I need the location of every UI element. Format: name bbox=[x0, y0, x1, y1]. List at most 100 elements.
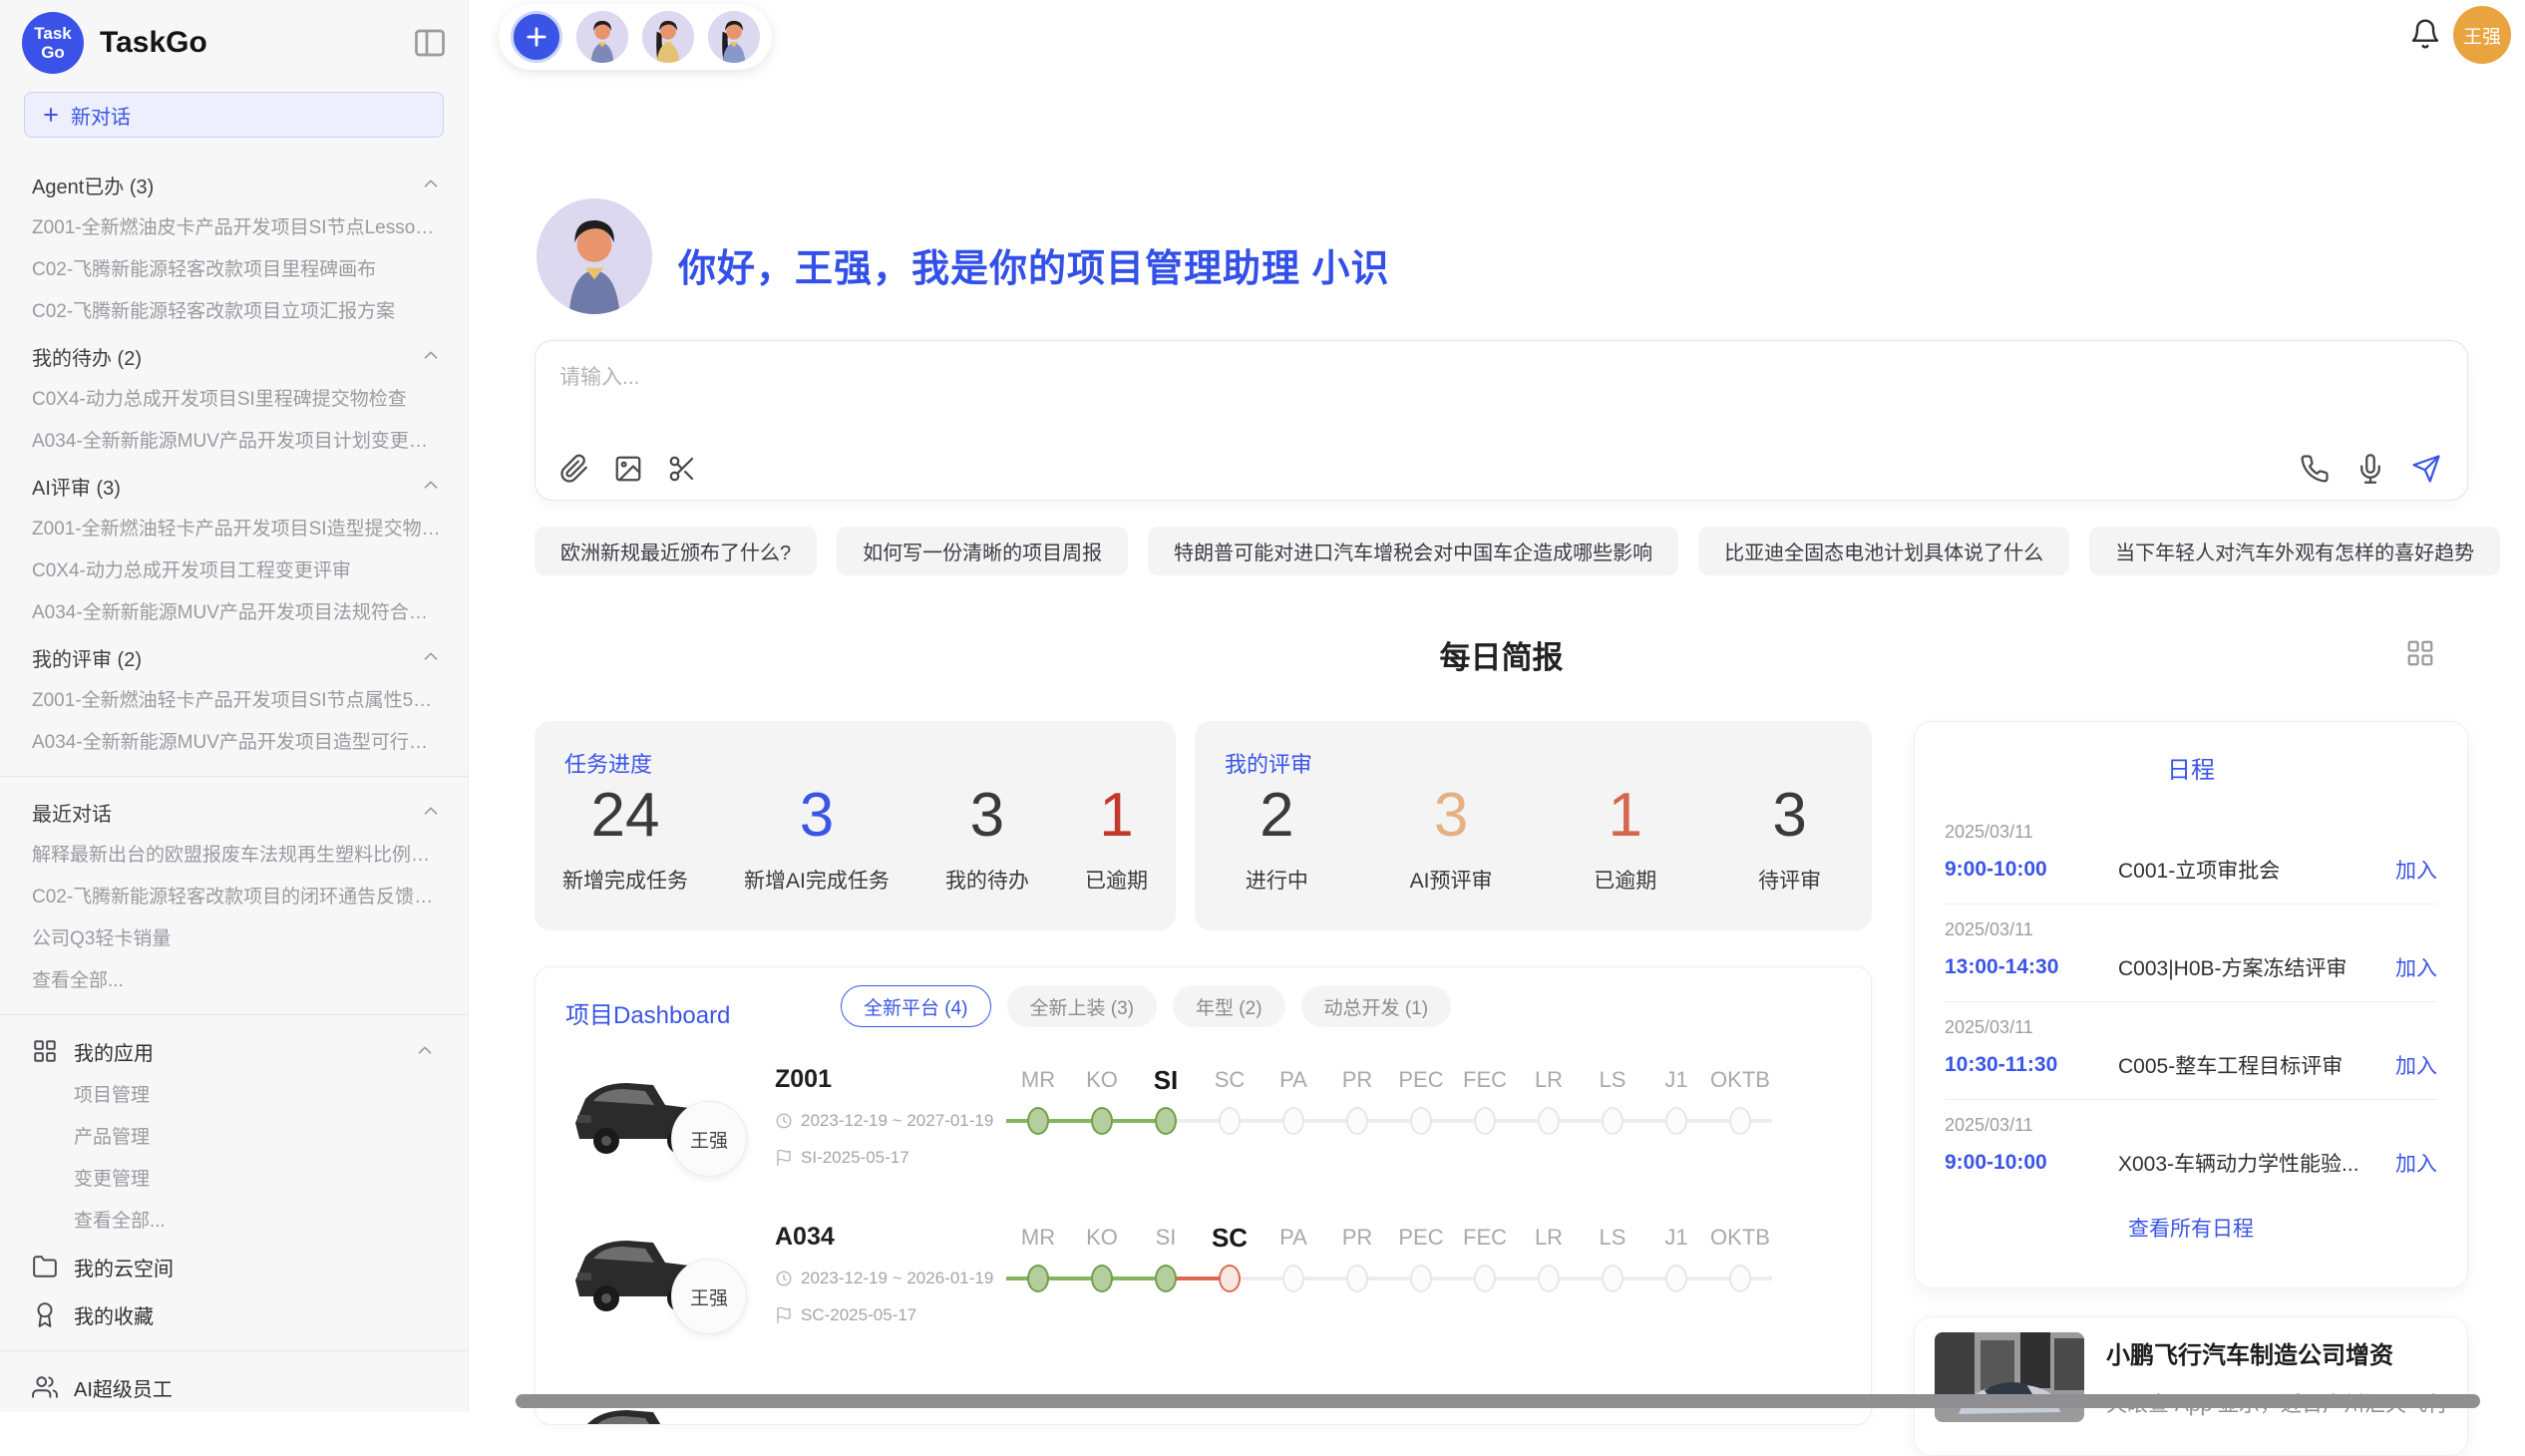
chevron-up-icon[interactable] bbox=[420, 646, 442, 668]
view-all-schedule-link[interactable]: 查看所有日程 bbox=[1915, 1213, 2467, 1243]
sidebar-task-item[interactable]: C0X4-动力总成开发项目SI里程碑提交物检查 bbox=[0, 379, 468, 421]
milestone-node[interactable] bbox=[1474, 1107, 1496, 1135]
milestone-node[interactable] bbox=[1346, 1107, 1368, 1135]
milestone-node[interactable] bbox=[1602, 1265, 1623, 1292]
join-link[interactable]: 加入 bbox=[2395, 1148, 2437, 1178]
microphone-icon[interactable] bbox=[2355, 454, 2385, 484]
recent-chat-item[interactable]: 查看全部... bbox=[0, 960, 468, 1002]
sidebar-collapse-icon[interactable] bbox=[412, 25, 448, 61]
milestone-node[interactable] bbox=[1665, 1107, 1687, 1135]
app-item[interactable]: 产品管理 bbox=[0, 1117, 468, 1159]
suggestion-chip[interactable]: 欧洲新规最近颁布了什么? bbox=[535, 527, 817, 575]
sidebar-task-item[interactable]: C02-飞腾新能源轻客改款项目里程碑画布 bbox=[0, 249, 468, 291]
join-link[interactable]: 加入 bbox=[2395, 952, 2437, 982]
sidebar-section-header[interactable]: 我的待办 (2) bbox=[0, 333, 468, 379]
paperclip-icon[interactable] bbox=[559, 454, 589, 484]
milestone-node[interactable] bbox=[1410, 1265, 1432, 1292]
recent-chat-item[interactable]: 公司Q3轻卡销量 bbox=[0, 918, 468, 960]
sidebar-item-folder[interactable]: 我的云空间 bbox=[0, 1243, 468, 1290]
chat-input[interactable] bbox=[559, 361, 2295, 427]
milestone-node[interactable] bbox=[1219, 1107, 1241, 1135]
recent-chat-item[interactable]: C02-飞腾新能源轻客改款项目的闭环通告反馈情况 bbox=[0, 877, 468, 918]
user-avatar[interactable]: 王强 bbox=[2453, 6, 2511, 64]
sidebar-item-users[interactable]: AI超级员工 bbox=[0, 1363, 468, 1411]
suggestion-chip[interactable]: 特朗普可能对进口汽车增税会对中国车企造成哪些影响 bbox=[1148, 527, 1678, 575]
dashboard-filter-chip[interactable]: 动总开发 (1) bbox=[1301, 985, 1452, 1027]
my-reviews-title: 我的评审 bbox=[1225, 747, 1312, 779]
news-card[interactable]: 小鹏飞行汽车制造公司增资 天眼查 App 显示，近日广州汇天飞行汽... bbox=[1914, 1316, 2468, 1456]
milestone-node[interactable] bbox=[1729, 1107, 1751, 1135]
suggestion-chip[interactable]: 如何写一份清晰的项目周报 bbox=[837, 527, 1128, 575]
send-icon[interactable] bbox=[2411, 454, 2441, 484]
notification-bell-icon[interactable] bbox=[2409, 18, 2441, 50]
phone-icon[interactable] bbox=[2300, 454, 2330, 484]
sidebar-item-label: 我的收藏 bbox=[74, 1300, 154, 1329]
sidebar-section-header[interactable]: AI评审 (3) bbox=[0, 463, 468, 509]
milestone-node[interactable] bbox=[1091, 1107, 1113, 1135]
sidebar-section-header[interactable]: 我的评审 (2) bbox=[0, 634, 468, 680]
recent-chat-item[interactable]: 解释最新出台的欧盟报废车法规再生塑料比例被调至15%... bbox=[0, 835, 468, 877]
milestone-node[interactable] bbox=[1091, 1265, 1113, 1292]
milestone-node[interactable] bbox=[1027, 1265, 1049, 1292]
milestone-node[interactable] bbox=[1155, 1265, 1177, 1292]
sidebar-task-item[interactable]: Z001-全新燃油轻卡产品开发项目SI造型提交物评审 bbox=[0, 509, 468, 550]
dashboard-filter-chip[interactable]: 全新平台 (4) bbox=[841, 985, 991, 1027]
project-code[interactable]: Z001 bbox=[775, 1065, 1006, 1094]
milestone-node[interactable] bbox=[1665, 1265, 1687, 1292]
suggestion-chip[interactable]: 当下年轻人对汽车外观有怎样的喜好趋势 bbox=[2089, 527, 2500, 575]
stat-value: 1 bbox=[1085, 783, 1148, 849]
join-link[interactable]: 加入 bbox=[2395, 1050, 2437, 1080]
milestone-node[interactable] bbox=[1282, 1265, 1304, 1292]
stat-value: 3 bbox=[1758, 783, 1821, 849]
chevron-up-icon[interactable] bbox=[420, 174, 442, 195]
new-chat-button[interactable]: 新对话 bbox=[24, 92, 444, 138]
sidebar-task-item[interactable]: A034-全新新能源MUV产品开发项目法规符合性评审 bbox=[0, 592, 468, 634]
session-avatar-1[interactable] bbox=[576, 11, 628, 63]
sidebar-task-item[interactable]: Z001-全新燃油皮卡产品开发项目SI节点Lesson Learn报告 bbox=[0, 207, 468, 249]
session-avatar-3[interactable] bbox=[708, 11, 760, 63]
my-apps-header[interactable]: 我的应用 bbox=[0, 1027, 468, 1075]
sidebar-item-award[interactable]: 我的收藏 bbox=[0, 1290, 468, 1338]
app-item[interactable]: 查看全部... bbox=[0, 1201, 468, 1243]
new-session-button[interactable] bbox=[511, 11, 562, 63]
milestone-node[interactable] bbox=[1538, 1107, 1560, 1135]
sidebar-task-item[interactable]: A034-全新新能源MUV产品开发项目计划变更表编写 bbox=[0, 421, 468, 463]
briefing-layout-icon[interactable] bbox=[2405, 638, 2435, 668]
dashboard-filter-chip[interactable]: 年型 (2) bbox=[1173, 985, 1285, 1027]
milestone-node[interactable] bbox=[1729, 1265, 1751, 1292]
image-attach-icon[interactable] bbox=[613, 454, 643, 484]
sidebar-task-item[interactable]: C0X4-动力总成开发项目工程变更评审 bbox=[0, 550, 468, 592]
suggestion-chip[interactable]: 比亚迪全固态电池计划具体说了什么 bbox=[1698, 527, 2069, 575]
owner-avatar[interactable]: 王强 bbox=[671, 1101, 747, 1177]
milestone-node[interactable] bbox=[1538, 1265, 1560, 1292]
milestone-node[interactable] bbox=[1602, 1107, 1623, 1135]
milestone-node[interactable] bbox=[1346, 1265, 1368, 1292]
chevron-up-icon[interactable] bbox=[414, 1040, 436, 1062]
milestone-node[interactable] bbox=[1155, 1107, 1177, 1135]
milestone-node[interactable] bbox=[1027, 1107, 1049, 1135]
app-item[interactable]: 项目管理 bbox=[0, 1075, 468, 1117]
chevron-up-icon[interactable] bbox=[420, 801, 442, 823]
sidebar-task-item[interactable]: Z001-全新燃油轻卡产品开发项目SI节点属性5D文件评审 bbox=[0, 680, 468, 722]
sidebar-section-header[interactable]: Agent已办 (3) bbox=[0, 162, 468, 207]
chevron-up-icon[interactable] bbox=[420, 475, 442, 497]
dashboard-filter-chip[interactable]: 全新上装 (3) bbox=[1007, 985, 1158, 1027]
horizontal-scrollbar[interactable] bbox=[516, 1394, 2480, 1408]
join-link[interactable]: 加入 bbox=[2395, 855, 2437, 885]
sidebar-task-item[interactable]: A034-全新新能源MUV产品开发项目造型可行性评审 bbox=[0, 722, 468, 764]
app-item[interactable]: 变更管理 bbox=[0, 1159, 468, 1201]
scissors-icon[interactable] bbox=[667, 454, 697, 484]
chevron-up-icon[interactable] bbox=[420, 345, 442, 367]
milestone-node[interactable] bbox=[1474, 1265, 1496, 1292]
owner-avatar[interactable]: 王强 bbox=[671, 1259, 747, 1334]
project-code[interactable]: A034 bbox=[775, 1223, 1006, 1252]
sidebar-task-item[interactable]: C02-飞腾新能源轻客改款项目立项汇报方案 bbox=[0, 291, 468, 333]
milestone-node[interactable] bbox=[1282, 1107, 1304, 1135]
milestone: LR bbox=[1517, 1219, 1581, 1364]
milestone-node[interactable] bbox=[1219, 1265, 1241, 1292]
milestone-node[interactable] bbox=[1410, 1107, 1432, 1135]
session-avatar-2[interactable] bbox=[642, 11, 694, 63]
project-dashboard-card: 项目Dashboard 全新平台 (4)全新上装 (3)年型 (2)动总开发 (… bbox=[535, 966, 1872, 1425]
milestone-label: PEC bbox=[1389, 1061, 1453, 1099]
recent-chats-header[interactable]: 最近对话 bbox=[0, 789, 468, 835]
